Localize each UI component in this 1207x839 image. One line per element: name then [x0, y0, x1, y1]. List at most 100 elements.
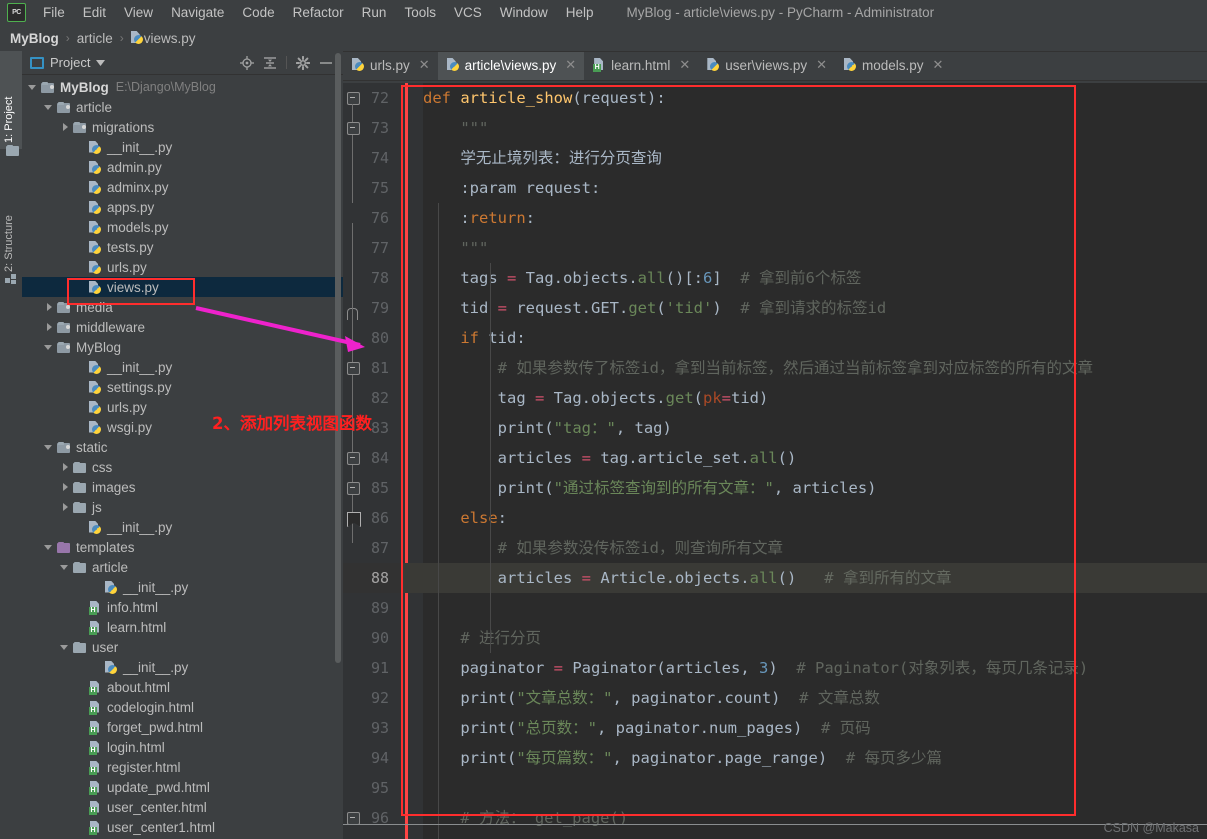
code-line[interactable]: 77 """: [343, 233, 1207, 263]
tree-item-js[interactable]: js: [22, 497, 343, 517]
tree-item-init-py[interactable]: __init__.py: [22, 357, 343, 377]
tab-article-views-py[interactable]: article\views.py ✕: [438, 52, 584, 80]
tree-item-init-py[interactable]: __init__.py: [22, 517, 343, 537]
tree-item-images[interactable]: images: [22, 477, 343, 497]
chevron-down-icon[interactable]: [60, 562, 71, 573]
locate-target-icon[interactable]: [240, 56, 254, 70]
code-line[interactable]: 96 # 方法： get_page(): [343, 803, 1207, 833]
tree-scrollbar[interactable]: [335, 53, 341, 663]
code-line[interactable]: 78 tags = Tag.objects.all()[:6] # 拿到前6个标…: [343, 263, 1207, 293]
tree-item-user-center-html[interactable]: user_center.html: [22, 797, 343, 817]
code-line[interactable]: 92 print("文章总数：", paginator.count) # 文章总…: [343, 683, 1207, 713]
menu-edit[interactable]: Edit: [74, 3, 115, 22]
code-line[interactable]: 74 学无止境列表：进行分页查询: [343, 143, 1207, 173]
close-icon[interactable]: ✕: [679, 57, 690, 73]
tree-item-user-center1-html[interactable]: user_center1.html: [22, 817, 343, 837]
chevron-down-icon[interactable]: [44, 102, 55, 113]
tree-item-adminx-py[interactable]: adminx.py: [22, 177, 343, 197]
chevron-right-icon[interactable]: [60, 502, 71, 513]
tab-urls-py[interactable]: urls.py ✕: [343, 52, 438, 80]
tree-item-login-html[interactable]: login.html: [22, 737, 343, 757]
menu-navigate[interactable]: Navigate: [162, 3, 233, 22]
code-line[interactable]: 82 tag = Tag.objects.get(pk=tid): [343, 383, 1207, 413]
fold-toggle-icon[interactable]: [347, 482, 360, 495]
code-line[interactable]: 90 # 进行分页: [343, 623, 1207, 653]
tree-item-css[interactable]: css: [22, 457, 343, 477]
fold-toggle-icon[interactable]: [347, 92, 360, 105]
code-line[interactable]: 91 paginator = Paginator(articles, 3) # …: [343, 653, 1207, 683]
chevron-right-icon[interactable]: [60, 482, 71, 493]
code-line[interactable]: 88 articles = Article.objects.all() # 拿到…: [343, 563, 1207, 593]
close-icon[interactable]: ✕: [419, 57, 430, 73]
code-line[interactable]: 84 articles = tag.article_set.all(): [343, 443, 1207, 473]
menu-refactor[interactable]: Refactor: [284, 3, 353, 22]
tab-learn-html[interactable]: learn.html ✕: [584, 52, 698, 80]
code-editor[interactable]: 72def article_show(request):73 """74 学无止…: [343, 83, 1207, 839]
menu-window[interactable]: Window: [491, 3, 557, 22]
tree-item-update-pwd-html[interactable]: update_pwd.html: [22, 777, 343, 797]
tree-item-user[interactable]: user: [22, 637, 343, 657]
chevron-down-icon[interactable]: [60, 642, 71, 653]
menu-tools[interactable]: Tools: [395, 3, 445, 22]
tree-item-media[interactable]: media: [22, 297, 343, 317]
menu-run[interactable]: Run: [353, 3, 396, 22]
menu-view[interactable]: View: [115, 3, 162, 22]
code-line[interactable]: 85 print("通过标签查询到的所有文章：", articles): [343, 473, 1207, 503]
breadcrumb-folder[interactable]: article: [77, 31, 113, 46]
chevron-right-icon[interactable]: [44, 322, 55, 333]
chevron-right-icon[interactable]: [60, 462, 71, 473]
tree-item-settings-py[interactable]: settings.py: [22, 377, 343, 397]
code-line[interactable]: 83 print("tag：", tag): [343, 413, 1207, 443]
tree-item-codelogin-html[interactable]: codelogin.html: [22, 697, 343, 717]
menu-vcs[interactable]: VCS: [445, 3, 491, 22]
chevron-down-icon[interactable]: [44, 442, 55, 453]
tree-item-views-py[interactable]: views.py: [22, 277, 343, 297]
code-line[interactable]: 94 print("每页篇数：", paginator.page_range) …: [343, 743, 1207, 773]
tab-user-views-py[interactable]: user\views.py ✕: [698, 52, 835, 80]
code-line[interactable]: 79 tid = request.GET.get('tid') # 拿到请求的标…: [343, 293, 1207, 323]
tree-item-article[interactable]: article: [22, 557, 343, 577]
tree-item-myblog[interactable]: MyBlogE:\Django\MyBlog: [22, 77, 343, 97]
tree-item-migrations[interactable]: migrations: [22, 117, 343, 137]
tree-item-apps-py[interactable]: apps.py: [22, 197, 343, 217]
code-line[interactable]: 86 else:: [343, 503, 1207, 533]
code-line[interactable]: 76 :return:: [343, 203, 1207, 233]
collapse-all-icon[interactable]: [263, 56, 277, 70]
tree-item-tests-py[interactable]: tests.py: [22, 237, 343, 257]
menu-code[interactable]: Code: [233, 3, 283, 22]
code-line[interactable]: 81 # 如果参数传了标签id，拿到当前标签，然后通过当前标签拿到对应标签的所有…: [343, 353, 1207, 383]
tree-item-forget-pwd-html[interactable]: forget_pwd.html: [22, 717, 343, 737]
tree-item-models-py[interactable]: models.py: [22, 217, 343, 237]
tab-models-py[interactable]: models.py ✕: [835, 52, 951, 80]
code-line[interactable]: 89: [343, 593, 1207, 623]
close-icon[interactable]: ✕: [933, 57, 944, 73]
tree-item-learn-html[interactable]: learn.html: [22, 617, 343, 637]
chevron-down-icon[interactable]: [44, 342, 55, 353]
code-line[interactable]: 75 :param request:: [343, 173, 1207, 203]
tree-item-init-py[interactable]: __init__.py: [22, 577, 343, 597]
tree-item-urls-py[interactable]: urls.py: [22, 257, 343, 277]
menu-help[interactable]: Help: [557, 3, 603, 22]
minimize-icon[interactable]: [319, 56, 333, 70]
tree-item-info-html[interactable]: info.html: [22, 597, 343, 617]
fold-toggle-icon[interactable]: [347, 452, 360, 465]
tree-item-static[interactable]: static: [22, 437, 343, 457]
tree-item-templates[interactable]: templates: [22, 537, 343, 557]
breadcrumb-file[interactable]: views.py: [144, 31, 196, 46]
code-line[interactable]: 73 """: [343, 113, 1207, 143]
tree-item-middleware[interactable]: middleware: [22, 317, 343, 337]
code-line[interactable]: 97 page = request.GET.get('page', 1): [343, 833, 1207, 839]
tree-item-init-py[interactable]: __init__.py: [22, 657, 343, 677]
tree-item-about-html[interactable]: about.html: [22, 677, 343, 697]
settings-gear-icon[interactable]: [296, 56, 310, 70]
chevron-right-icon[interactable]: [44, 302, 55, 313]
project-file-tree[interactable]: MyBlogE:\Django\MyBlogarticlemigrations_…: [22, 75, 343, 839]
fold-toggle-icon[interactable]: [347, 122, 360, 135]
chevron-down-icon[interactable]: [96, 60, 105, 66]
fold-toggle-icon[interactable]: [347, 362, 360, 375]
tree-item-myblog[interactable]: MyBlog: [22, 337, 343, 357]
chevron-down-icon[interactable]: [44, 542, 55, 553]
tree-item-article[interactable]: article: [22, 97, 343, 117]
code-line[interactable]: 87 # 如果参数没传标签id，则查询所有文章: [343, 533, 1207, 563]
code-line[interactable]: 80 if tid:: [343, 323, 1207, 353]
